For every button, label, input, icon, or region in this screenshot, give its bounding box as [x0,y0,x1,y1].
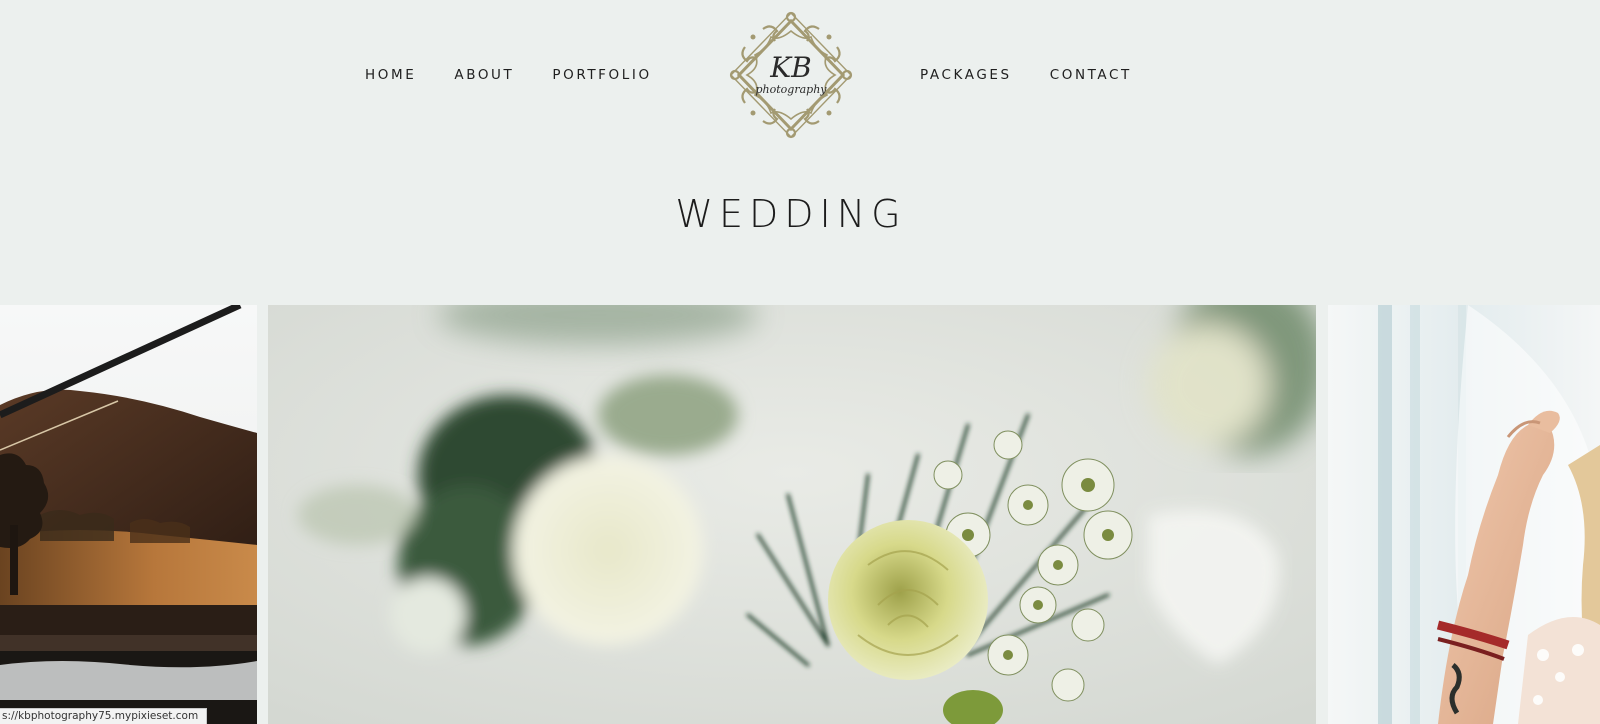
nav-contact-link[interactable]: CONTACT [1050,67,1132,83]
landscape-photo-image [0,305,257,724]
gallery-photo-bride[interactable] [1328,305,1600,724]
brand-logo[interactable]: KB photography [723,7,859,143]
nav-portfolio-link[interactable]: PORTFOLIO [552,67,651,83]
nav-left: HOME ABOUT PORTFOLIO [365,67,690,83]
gallery-photo-boutonniere[interactable] [268,305,1316,724]
logo-subtitle: photography [756,83,828,96]
photo-gallery: s://kbphotography75.mypixieset.com [0,305,1600,724]
logo-initials: KB [769,51,812,84]
page: HOME ABOUT PORTFOLIO KB photography PACK… [0,0,1600,724]
logo-emblem-icon: KB photography [729,11,853,139]
nav-about-link[interactable]: ABOUT [454,67,514,83]
page-title: WEDDING [675,192,907,236]
nav-packages-link[interactable]: PACKAGES [920,67,1012,83]
nav-right: PACKAGES CONTACT [920,67,1170,83]
bride-photo-image [1328,305,1600,724]
gallery-photo-landscape[interactable] [0,305,257,724]
nav-home-link[interactable]: HOME [365,67,416,83]
boutonniere-photo-image [268,305,1316,724]
status-bar-url: s://kbphotography75.mypixieset.com [0,708,208,724]
